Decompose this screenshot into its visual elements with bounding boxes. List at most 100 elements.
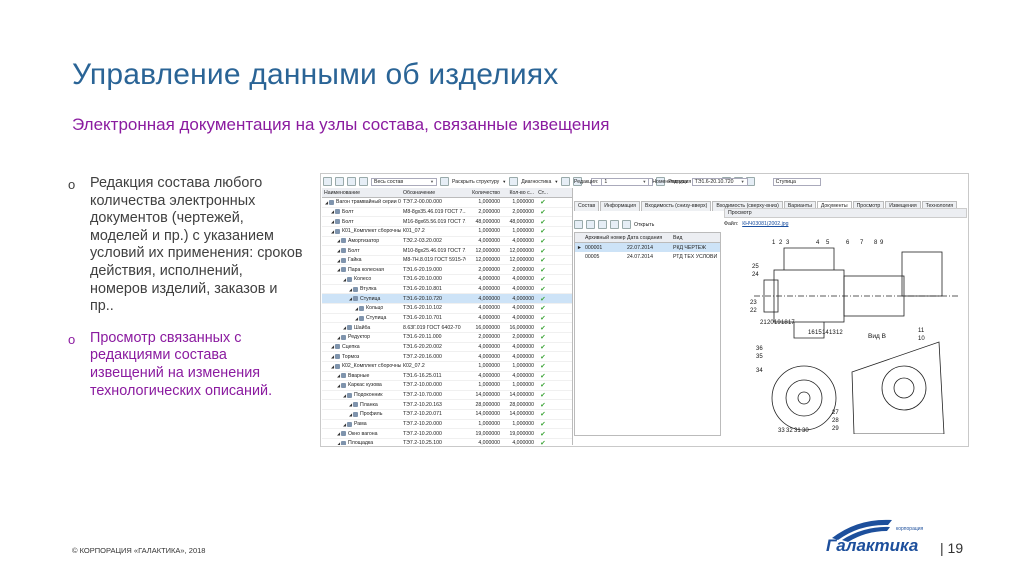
part-node-icon (341, 373, 346, 379)
col-status[interactable]: Ст... (536, 190, 550, 196)
callout: 7 (860, 240, 864, 246)
col-created[interactable]: Дата создания (626, 235, 672, 241)
tree-cell-name: ◢ Площадка (336, 440, 374, 445)
table-row[interactable]: ◢ Профиль ТЭ7.2-10.20.071 14,000000 14,00000… (322, 410, 572, 420)
part-node-icon (341, 334, 346, 340)
add-document-icon[interactable] (574, 220, 583, 229)
table-row[interactable]: ◢ Втулка ТЭ1.6-20.10.801 4,000000 4,000000 ✔ (322, 285, 572, 295)
tree-cell-qty: 14,000000 (475, 411, 500, 418)
documents-toolbar: Открыть (574, 220, 654, 229)
open-button[interactable]: Открыть (634, 222, 654, 228)
revision-combo-field[interactable]: 1 ▼ (601, 177, 650, 186)
status-check-icon: ✔ (540, 237, 546, 245)
documents-header: Архивный номер Дата создания Вид (575, 233, 720, 243)
status-check-icon: ✔ (540, 343, 546, 351)
tree-cell-code: ТЭ7.2-10.25.100 (403, 440, 442, 445)
revision-label: Редакция: (574, 178, 599, 185)
table-row[interactable]: ◢ Болт М16-8gx65.56.019 ГОСТ 7... 48,000000… (322, 217, 572, 227)
expand-structure-button[interactable]: Раскрыть структуру (452, 179, 499, 185)
part-node-icon (341, 267, 346, 273)
table-row[interactable]: ◢ Болт М8-8gx35.46.019 ГОСТ 7... 2,000000 2,… (322, 208, 572, 218)
tree-cell-qty2: 4,000000 (512, 343, 534, 350)
chevron-down-icon: ▼ (554, 179, 559, 184)
tree-cell-code: ТЭ7.2-10.00.000 (403, 382, 442, 389)
table-row[interactable]: ◢ Амортизатор ТЭ2.2-03.20.002 4,000000 4,000… (322, 237, 572, 247)
table-row[interactable]: 00005 24.07.2014 РТД ТЕХ УСЛОВИЯ (575, 252, 720, 261)
tree-cell-code: М8-8gx35.46.019 ГОСТ 7... (403, 208, 466, 215)
table-row[interactable]: ◢ Болт М10-8gx25.46.019 ГОСТ 7... 12,000000… (322, 246, 572, 256)
back-icon[interactable] (323, 177, 332, 186)
expand-icon[interactable] (440, 177, 449, 186)
tree-cell-qty2: 14,000000 (509, 392, 534, 399)
col-code[interactable]: Обозначение (401, 190, 466, 196)
tree-cell-name: ◢ Амортизатор (336, 237, 380, 244)
settings-icon[interactable] (561, 177, 571, 186)
details-panel: Редакция: 1 ▼ Номенклатура: ТЭ1.6-20.10.7… (574, 177, 968, 446)
tree-cell-qty: 4,000000 (478, 343, 500, 350)
tab-0[interactable]: Состав (574, 201, 600, 211)
delete-document-icon[interactable] (598, 220, 607, 229)
col-archive-number[interactable]: Архивный номер (584, 235, 626, 241)
table-row[interactable]: ◢ Кольцо ТЭ1.6-20.10.102 4,000000 4,000000 ✔ (322, 304, 572, 314)
tree-cell-qty: 1,000000 (478, 421, 500, 428)
tab-1[interactable]: Информация (600, 201, 640, 211)
tree-cell-qty: 1,000000 (478, 199, 500, 206)
table-row[interactable]: ◢ Вварные ТЭ1.6-16.25.011 4,000000 4,000000 ✔ (322, 372, 572, 382)
slide-title: Управление данными об изделиях (72, 58, 559, 91)
tree-icon[interactable] (347, 177, 356, 186)
table-row[interactable]: ◢ Ступица ТЭ1.6-20.10.701 4,000000 4,000000 ✔ (322, 314, 572, 324)
table-row[interactable]: ◢ Редуктор ТЭ1.6-20.11.000 2,000000 2,000000… (322, 333, 572, 343)
tree-cell-qty2: 4,000000 (512, 353, 534, 360)
tree-cell-name: ◢ Болт (330, 208, 354, 215)
status-check-icon: ✔ (540, 305, 546, 313)
technical-drawing[interactable]: 1 2 3 4 5 6 7 8 9 25 24 23 22 21 20 19 1 (734, 238, 964, 434)
status-check-icon: ✔ (540, 430, 546, 438)
archive-number: 00005 (585, 253, 600, 260)
table-row[interactable]: ◢ Окно вагона ТЭ7.2-10.20.000 19,000000 19,0… (322, 429, 572, 440)
diagnostics-icon[interactable] (509, 177, 519, 186)
file-link[interactable]: КНЧ03081(2002.jpg (742, 221, 788, 227)
scope-combo[interactable]: Весь состав ▼ (371, 177, 437, 186)
table-row[interactable]: ◢К02_Комплект сборочный е...К02_07.2 1,00… (322, 362, 572, 372)
tree-cell-qty: 28,000000 (475, 401, 500, 408)
status-check-icon: ✔ (540, 199, 546, 207)
status-check-icon: ✔ (540, 228, 546, 236)
refresh-icon[interactable] (335, 177, 344, 186)
table-row[interactable]: ◢ Шайба 8.63Г.019 ГОСТ 6402-70 16,000000 16,… (322, 323, 572, 333)
diagnostics-button[interactable]: Диагностика (521, 179, 551, 185)
col-name[interactable]: Наименование (322, 190, 401, 196)
callout: 11 (918, 328, 925, 334)
col-qty2[interactable]: Кол-во с... (502, 190, 536, 196)
status-check-icon: ✔ (540, 208, 546, 216)
nomenclature-field[interactable]: ТЭ1.6-20.10.720 ▼ (691, 177, 748, 186)
open-icon[interactable] (622, 220, 631, 229)
tree-cell-qty: 4,000000 (478, 315, 500, 321)
tree-cell-qty: 4,000000 (478, 353, 500, 360)
col-kind[interactable]: Вид (672, 235, 717, 241)
tree-cell-name: ◢ Вварные (336, 372, 370, 379)
filter-icon[interactable] (359, 177, 368, 186)
page-number: | 19 (940, 540, 964, 556)
table-row[interactable]: ► 000001 22.07.2014 РКД ЧЕРТЕЖ (575, 243, 720, 252)
table-row[interactable]: ◢ Сцепка ТЭ1.6-20.20.002 4,000000 4,000000 ✔ (322, 343, 572, 353)
tree-cell-code: ТЭ1.6-16.25.011 (403, 372, 442, 379)
table-row[interactable]: ◢ Колесо ТЭ1.6-20.10.000 4,000000 4,000000 ✔ (322, 275, 572, 285)
table-row[interactable]: ◢ Площадка ТЭ7.2-10.25.100 4,000000 4,000000… (322, 439, 572, 445)
tree-cell-qty2: 1,000000 (512, 363, 534, 370)
table-row[interactable]: ◢ Тормоз ТЭ7.2-20.16.000 4,000000 4,000000 ✔ (322, 352, 572, 362)
col-qty[interactable]: Количество (466, 190, 502, 196)
table-row[interactable]: ◢ Пара колесная ТЭ1.6-20.19.000 2,000000 2,0… (322, 265, 572, 276)
table-row[interactable]: ◢ Рама ТЭ7.2-10.20.000 1,000000 1,000000 ✔ (322, 420, 572, 430)
table-row[interactable]: ◢ Ступица ТЭ1.6-20.10.720 4,000000 4,000000 ✔ (322, 294, 572, 305)
table-row[interactable]: ◢ Вагон трамвайный серии 07 ТЭ7.2-00.00.00… (322, 198, 572, 208)
table-row[interactable]: ◢ Подоконник ТЭ7.2-10.70.000 14,000000 14,00… (322, 391, 572, 401)
link-icon[interactable] (610, 220, 619, 229)
table-row[interactable]: ◢ Гайка М8-7Н.8.019 ГОСТ 5915-70 12,000000 1… (322, 256, 572, 266)
table-row[interactable]: ◢ Планка ТЭ7.2-10.20.163 28,000000 28,000000… (322, 400, 572, 411)
table-row[interactable]: ◢ Каркас кузова ТЭ7.2-10.00.000 1,000000 1,0… (322, 381, 572, 391)
tree-cell-qty2: 16,000000 (509, 324, 534, 331)
table-row[interactable]: ◢К01_Комплект сборочный е...К01_07.2 1,00… (322, 227, 572, 237)
hub-field[interactable]: Ступица (772, 177, 821, 186)
tab-2[interactable]: Входимость (снизу-вверх) (640, 201, 712, 211)
edit-document-icon[interactable] (586, 220, 595, 229)
